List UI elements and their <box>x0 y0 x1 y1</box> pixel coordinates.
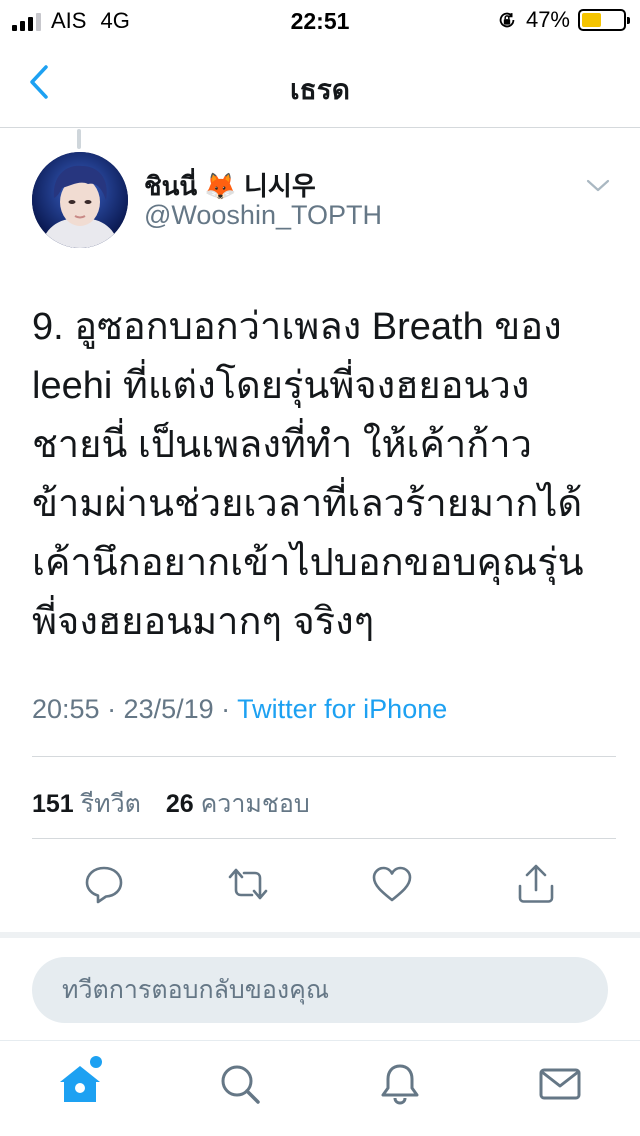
tab-messages[interactable] <box>536 1060 584 1108</box>
user-handle[interactable]: @Wooshin_TOPTH <box>144 200 382 231</box>
reply-input[interactable] <box>32 957 608 1023</box>
battery-level <box>582 13 601 27</box>
tab-home[interactable] <box>56 1056 104 1108</box>
tweet-text-line: leehi ที่แต่งโดยรุ่นพี่จงฮยอนวง <box>32 365 530 407</box>
section-separator <box>0 932 640 938</box>
like-count[interactable]: 26 <box>166 790 194 818</box>
retweet-label[interactable]: รีทวีต <box>81 790 141 818</box>
divider <box>32 756 616 757</box>
divider <box>32 838 616 839</box>
like-label[interactable]: ความชอบ <box>201 790 310 818</box>
notifications-icon <box>381 1064 419 1105</box>
tweet-text-line: เค้านึกอยากเข้าไปบอกขอบคุณรุ่น <box>32 542 584 584</box>
tweet-timestamp: 20:55 · 23/5/19 · <box>32 694 238 724</box>
tweet-text-line: พี่จงฮยอนมากๆ จริงๆ <box>32 601 375 643</box>
retweet-icon[interactable] <box>226 862 270 906</box>
chevron-down-icon[interactable] <box>584 176 612 196</box>
messages-icon <box>539 1068 581 1100</box>
status-right: 47% <box>496 7 630 33</box>
tweet-actions <box>0 862 640 912</box>
thread-connector <box>77 129 81 149</box>
share-icon[interactable] <box>514 862 558 906</box>
status-bar: AIS 4G 22:51 47% <box>0 0 640 40</box>
tweet-meta: 20:55 · 23/5/19 · Twitter for iPhone <box>32 694 447 725</box>
tweet-text-line: ชายนี่ เป็นเพลงที่ทำ ให้เค้าก้าว <box>32 424 532 466</box>
tweet-text-line: 9. อูซอกบอกว่าเพลง Breath ของ <box>32 306 562 348</box>
tweet-text-line: ข้ามผ่านช่วยเวลาที่เลวร้ายมากได้ <box>32 483 583 525</box>
battery-percent: 47% <box>525 7 570 32</box>
rotation-lock-icon <box>499 12 515 28</box>
avatar[interactable] <box>32 152 128 248</box>
avatar-image <box>32 152 128 248</box>
screen: AIS 4G 22:51 47% เธรด ชินนี่ 🦊 니시우 @Woos… <box>0 0 640 1136</box>
battery-icon <box>578 9 630 31</box>
retweet-count[interactable]: 151 <box>32 790 74 818</box>
search-icon <box>221 1065 260 1104</box>
tweet-stats: 151 รีทวีต 26 ความชอบ <box>32 784 328 824</box>
notification-dot <box>90 1056 102 1068</box>
tweet-text: 9. อูซอกบอกว่าเพลง Breath ของ leehi ที่แ… <box>32 298 612 652</box>
tab-search[interactable] <box>216 1060 264 1108</box>
reply-icon[interactable] <box>82 862 126 906</box>
tab-bar <box>0 1040 640 1136</box>
tab-notifications[interactable] <box>376 1060 424 1108</box>
like-icon[interactable] <box>370 862 414 906</box>
tweet-source-link[interactable]: Twitter for iPhone <box>237 694 447 724</box>
nav-bar: เธรด <box>0 40 640 128</box>
page-title: เธรด <box>290 74 350 105</box>
reply-box[interactable] <box>32 957 608 1023</box>
